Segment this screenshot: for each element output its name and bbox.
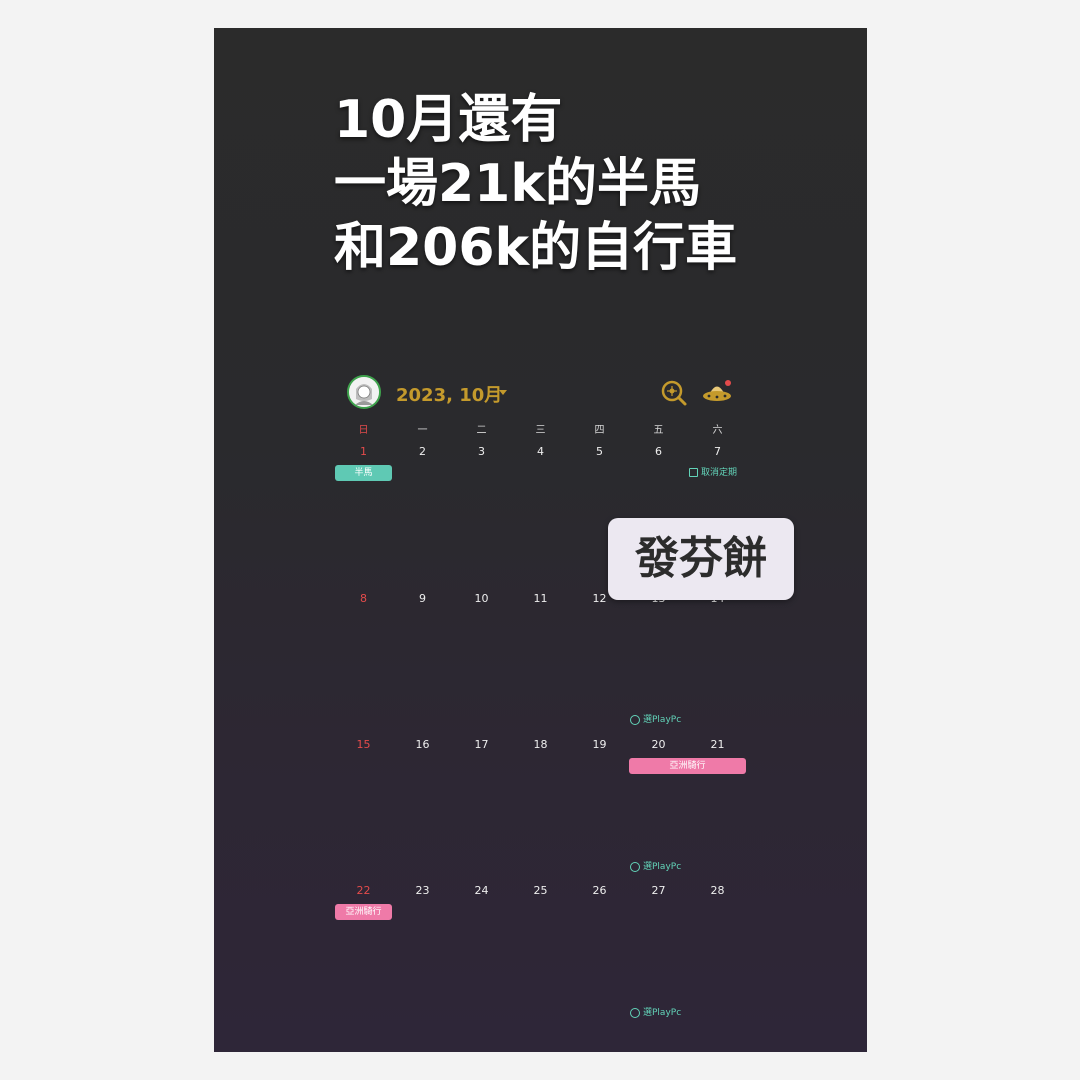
avatar-illustration [349,377,379,407]
ufo-notification-icon[interactable] [700,378,734,408]
task-playpc[interactable]: 選PlayPc [630,1007,681,1019]
day-cell[interactable]: 6 [629,445,688,458]
video-frame: 10月還有 一場21k的半馬 和206k的自行車 2023, 10月 日 一 二… [214,28,867,1052]
day-cell[interactable]: 17 [452,738,511,751]
event-half-marathon[interactable]: 半馬 [335,465,392,481]
event-asia-ride[interactable]: 亞洲騎行 [629,758,746,774]
task-label: 選PlayPc [643,1008,682,1018]
month-selector[interactable]: 2023, 10月 [396,381,502,407]
checkbox-icon[interactable] [689,468,698,477]
caption-line-2: 一場21k的半馬 [334,154,701,214]
task-playpc[interactable]: 選PlayPc [630,861,681,873]
task-playpc[interactable]: 選PlayPc [630,714,681,726]
weekday-fri: 五 [653,425,664,436]
day-cell[interactable]: 10 [452,592,511,605]
task-label: 選PlayPc [643,862,682,872]
caption-line-1: 10月還有 [334,90,563,150]
day-cell[interactable]: 18 [511,738,570,751]
search-icon[interactable] [659,378,689,408]
day-cell[interactable]: 24 [452,884,511,897]
day-cell[interactable]: 22 [334,884,393,897]
task-cancel-recurring[interactable]: 取消定期 [689,467,737,479]
day-cell[interactable]: 20 [629,738,688,751]
task-label: 取消定期 [701,468,738,478]
event-asia-ride[interactable]: 亞洲騎行 [335,904,392,920]
circle-checkbox-icon[interactable] [630,1007,640,1018]
task-label: 選PlayPc [643,715,682,725]
day-cell[interactable]: 7 [688,445,747,458]
circle-checkbox-icon[interactable] [630,714,640,725]
day-cell[interactable]: 26 [570,884,629,897]
day-cell[interactable]: 23 [393,884,452,897]
day-cell[interactable]: 15 [334,738,393,751]
day-cell[interactable]: 16 [393,738,452,751]
weekday-thu: 四 [594,425,605,436]
day-cell[interactable]: 9 [393,592,452,605]
day-cell[interactable]: 27 [629,884,688,897]
day-cell[interactable]: 3 [452,445,511,458]
day-cell[interactable]: 25 [511,884,570,897]
day-cell[interactable]: 2 [393,445,452,458]
weekday-tue: 二 [476,425,487,436]
day-cell[interactable]: 19 [570,738,629,751]
day-cell[interactable]: 4 [511,445,570,458]
text-sticker: 發芬餅 [608,518,794,600]
day-cell[interactable]: 11 [511,592,570,605]
weekday-sun: 日 [358,425,369,436]
avatar[interactable] [347,375,381,409]
day-cell[interactable]: 21 [688,738,747,751]
circle-checkbox-icon[interactable] [630,861,640,872]
weekday-wed: 三 [535,425,546,436]
weekday-mon: 一 [417,425,428,436]
weekday-sat: 六 [712,425,723,436]
weekday-row: 日 一 二 三 四 五 六 [334,421,747,437]
day-cell[interactable]: 8 [334,592,393,605]
day-cell[interactable]: 5 [570,445,629,458]
caption-line-3: 和206k的自行車 [334,218,738,278]
day-cell[interactable]: 1 [334,445,393,458]
calendar-header: 2023, 10月 [347,375,737,415]
caption-overlay: 10月還有 一場21k的半馬 和206k的自行車 [334,88,737,280]
day-cell[interactable]: 28 [688,884,747,897]
